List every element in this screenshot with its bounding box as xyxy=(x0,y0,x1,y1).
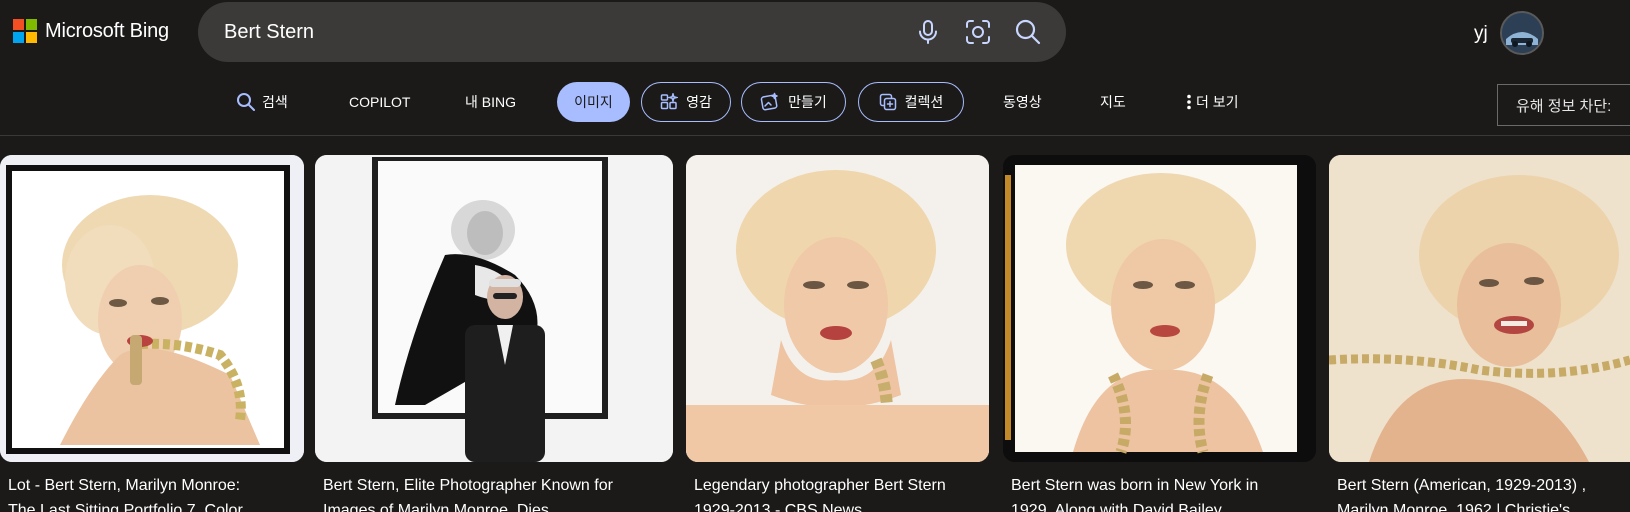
marilyn-smiling-portrait-image xyxy=(1329,155,1630,462)
image-thumbnail[interactable] xyxy=(686,155,989,462)
tab-collections-label: 컬렉션 xyxy=(904,94,944,110)
tab-copilot-label: COPILOT xyxy=(349,94,411,110)
marilyn-hands-portrait-image xyxy=(686,155,989,462)
tab-inspiration-label: 영감 xyxy=(686,94,712,110)
search-icon xyxy=(237,93,255,111)
sparkle-grid-icon xyxy=(660,93,679,110)
avatar-image xyxy=(1502,13,1542,53)
safesearch-filter[interactable]: 유해 정보 차단: xyxy=(1497,84,1630,126)
image-result[interactable]: Bert Stern (American, 1929-2013) , Maril… xyxy=(1329,155,1630,512)
tab-collections[interactable]: 컬렉션 xyxy=(858,82,964,122)
tab-my-bing-label: 내 BING xyxy=(465,94,516,110)
visual-search-icon[interactable] xyxy=(964,18,992,46)
tab-create-label: 만들기 xyxy=(788,94,827,110)
safesearch-label: 유해 정보 차단: xyxy=(1516,97,1612,115)
image-results-grid: Lot - Bert Stern, Marilyn Monroe: The La… xyxy=(0,155,1630,512)
image-thumbnail[interactable] xyxy=(1003,155,1316,462)
more-menu-label: 더 보기 xyxy=(1196,94,1239,110)
result-caption[interactable]: Bert Stern (American, 1929-2013) , Maril… xyxy=(1337,473,1629,512)
result-caption[interactable]: Legendary photographer Bert Stern 1929-2… xyxy=(694,473,984,512)
tab-search[interactable]: 검색 xyxy=(236,82,288,122)
search-box xyxy=(198,2,1066,62)
tab-inspiration[interactable]: 영감 xyxy=(641,82,731,122)
result-caption[interactable]: Bert Stern was born in New York in 1929.… xyxy=(1011,473,1311,512)
microsoft-logo-icon xyxy=(13,19,37,43)
tab-create[interactable]: 만들기 xyxy=(741,82,846,122)
tab-my-bing[interactable]: 내 BING xyxy=(465,82,516,122)
user-name[interactable]: yj xyxy=(1474,23,1488,45)
image-thumbnail[interactable] xyxy=(315,155,673,462)
collection-add-icon xyxy=(879,93,896,111)
image-thumbnail[interactable] xyxy=(0,155,304,462)
tab-videos-label: 동영상 xyxy=(1003,94,1042,110)
header-divider xyxy=(0,135,1630,136)
result-caption[interactable]: Bert Stern, Elite Photographer Known for… xyxy=(323,473,663,512)
bert-stern-gallery-image xyxy=(315,155,673,462)
top-bar: Microsoft Bing Bert Stern yj xyxy=(0,0,1630,64)
image-result[interactable]: Legendary photographer Bert Stern 1929-2… xyxy=(686,155,989,512)
image-result[interactable]: Bert Stern was born in New York in 1929.… xyxy=(1003,155,1316,512)
tab-copilot[interactable]: COPILOT xyxy=(349,82,410,122)
marilyn-portrait-image xyxy=(0,155,304,462)
result-caption[interactable]: Lot - Bert Stern, Marilyn Monroe: The La… xyxy=(8,473,298,512)
scope-navigation: 검색 COPILOT 내 BING 이미지 영감 만들기 컬렉션 동영상 지도 … xyxy=(0,80,1630,124)
image-result[interactable]: Bert Stern, Elite Photographer Known for… xyxy=(315,155,673,512)
image-thumbnail[interactable] xyxy=(1329,155,1630,462)
bing-images-page: Microsoft Bing Bert Stern yj 검색 COPILOT … xyxy=(0,0,1630,512)
user-avatar[interactable] xyxy=(1500,11,1544,55)
tab-images[interactable]: 이미지 xyxy=(557,82,630,122)
tab-images-label: 이미지 xyxy=(574,94,613,110)
tab-maps-label: 지도 xyxy=(1100,94,1126,110)
tab-videos[interactable]: 동영상 xyxy=(1003,82,1042,122)
search-icon[interactable] xyxy=(1014,18,1042,46)
marilyn-contact-sheet-image xyxy=(1003,155,1316,462)
image-create-icon xyxy=(760,92,778,111)
more-menu-button[interactable]: 더 보기 xyxy=(1186,82,1239,122)
bing-logo-link[interactable]: Microsoft Bing xyxy=(13,19,169,43)
search-input[interactable] xyxy=(224,16,864,48)
brand-name: Microsoft Bing xyxy=(45,19,169,42)
microphone-icon[interactable] xyxy=(914,18,942,46)
tab-maps[interactable]: 지도 xyxy=(1100,82,1126,122)
tab-search-label: 검색 xyxy=(262,94,288,110)
image-result[interactable]: Lot - Bert Stern, Marilyn Monroe: The La… xyxy=(0,155,304,512)
vertical-ellipsis-icon xyxy=(1187,94,1191,110)
